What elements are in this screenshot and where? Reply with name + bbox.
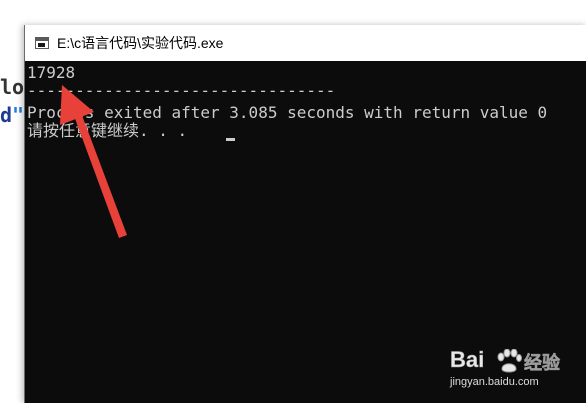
console-continue-prompt: 请按任意键继续. . .	[27, 121, 197, 140]
window-title: E:\c语言代码\实验代码.exe	[57, 35, 224, 51]
baidu-jingyan-watermark: Bai 经验 jingyan.baidu.com	[450, 347, 580, 397]
window-titlebar[interactable]: E:\c语言代码\实验代码.exe	[25, 25, 586, 61]
editor-code-text: lo	[0, 75, 25, 99]
console-output-value: 17928	[27, 63, 76, 82]
watermark-url: jingyan.baidu.com	[450, 376, 539, 388]
paw-icon	[497, 349, 522, 373]
editor-code-line: lo	[0, 76, 24, 98]
console-window-icon	[35, 37, 49, 49]
console-cursor	[226, 138, 235, 141]
editor-code-line: d"	[0, 104, 24, 126]
editor-code-text: d	[0, 103, 13, 127]
editor-string-quote: "	[12, 103, 25, 127]
console-separator: --------------------------------	[27, 81, 336, 100]
console-process-message: Process exited after 3.085 seconds with …	[27, 103, 548, 122]
watermark-brand-suffix: 经验	[524, 353, 561, 375]
watermark-brand: Bai	[450, 347, 485, 373]
